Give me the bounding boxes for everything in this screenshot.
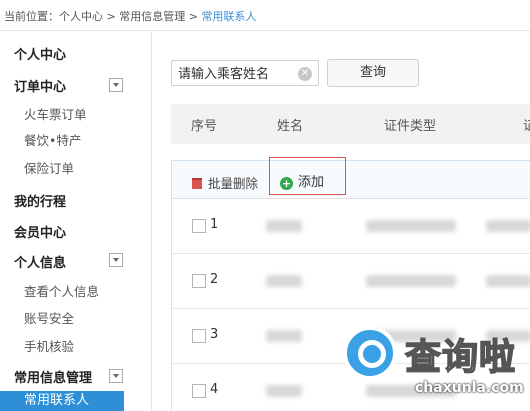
sidebar-item-view-info[interactable]: 查看个人信息 [24, 281, 99, 300]
breadcrumb: 当前位置：个人中心 > 常用信息管理 > 常用联系人 [4, 8, 256, 24]
sidebar-item-order-center[interactable]: 订单中心 [14, 76, 66, 95]
breadcrumb-current: 常用联系人 [201, 10, 257, 23]
magnifier-logo-icon [343, 326, 397, 380]
blurred-id-number [486, 275, 530, 287]
passenger-name-input[interactable] [178, 65, 296, 83]
breadcrumb-common-info[interactable]: 常用信息管理 [119, 10, 185, 23]
column-header-index: 序号 [191, 119, 218, 134]
sidebar-item-personal-info[interactable]: 个人信息 [14, 252, 66, 271]
sidebar-item-common-info[interactable]: 常用信息管理 [14, 367, 92, 386]
sidebar-item-personal-center[interactable]: 个人中心 [14, 44, 66, 63]
watermark: 查询啦 chaxunla.com [337, 322, 530, 411]
trash-icon [192, 178, 202, 189]
query-button[interactable]: 查询 [327, 59, 419, 87]
collapse-icon[interactable] [109, 253, 123, 267]
breadcrumb-separator: > [106, 10, 116, 23]
collapse-icon[interactable] [109, 78, 123, 92]
sidebar-item-food-specialty[interactable]: 餐饮•特产 [24, 130, 81, 149]
search-box: ✕ [171, 60, 319, 86]
blurred-name [266, 385, 302, 397]
blurred-name [266, 275, 302, 287]
table-header: 序号 姓名 证件类型 证 [171, 104, 530, 144]
batch-delete-button[interactable]: 批量删除 [192, 173, 258, 192]
add-contact-button[interactable]: + 添加 [280, 171, 324, 190]
row-index: 1 [210, 217, 219, 232]
breadcrumb-prefix: 当前位置： [4, 10, 59, 23]
column-header-id-type: 证件类型 [384, 119, 437, 134]
watermark-title: 查询啦 [404, 336, 517, 379]
collapse-icon[interactable] [109, 369, 123, 383]
blurred-name [266, 220, 302, 232]
row-checkbox[interactable] [192, 219, 206, 233]
sidebar-item-frequent-contacts[interactable]: 常用联系人 [0, 391, 124, 411]
table-row: 1 [172, 199, 530, 254]
sidebar-item-my-trips[interactable]: 我的行程 [14, 191, 66, 210]
row-checkbox[interactable] [192, 274, 206, 288]
breadcrumb-personal-center[interactable]: 个人中心 [59, 10, 103, 23]
blurred-name [266, 330, 302, 342]
row-index: 2 [210, 272, 219, 287]
sidebar-item-insurance-orders[interactable]: 保险订单 [24, 158, 74, 177]
row-index: 3 [210, 327, 219, 342]
watermark-url: chaxunla.com [415, 380, 524, 396]
sidebar-item-account-security[interactable]: 账号安全 [24, 308, 74, 327]
add-label: 添加 [298, 175, 325, 190]
plus-circle-icon: + [280, 177, 293, 190]
table-row: 2 [172, 254, 530, 309]
batch-delete-label: 批量删除 [208, 176, 259, 191]
breadcrumb-separator: > [188, 10, 198, 23]
sidebar-item-phone-verify[interactable]: 手机核验 [24, 336, 74, 355]
row-checkbox[interactable] [192, 384, 206, 398]
blurred-id-number [486, 220, 530, 232]
column-header-name: 姓名 [277, 119, 304, 134]
blurred-id-type [366, 275, 456, 287]
table-actions: 批量删除 + 添加 [172, 157, 530, 199]
column-header-id-number: 证 [523, 119, 530, 134]
row-checkbox[interactable] [192, 329, 206, 343]
clear-icon[interactable]: ✕ [298, 67, 312, 81]
row-index: 4 [210, 382, 219, 397]
blurred-id-type [366, 220, 456, 232]
sidebar-item-train-orders[interactable]: 火车票订单 [24, 104, 87, 123]
sidebar-item-member-center[interactable]: 会员中心 [14, 222, 66, 241]
